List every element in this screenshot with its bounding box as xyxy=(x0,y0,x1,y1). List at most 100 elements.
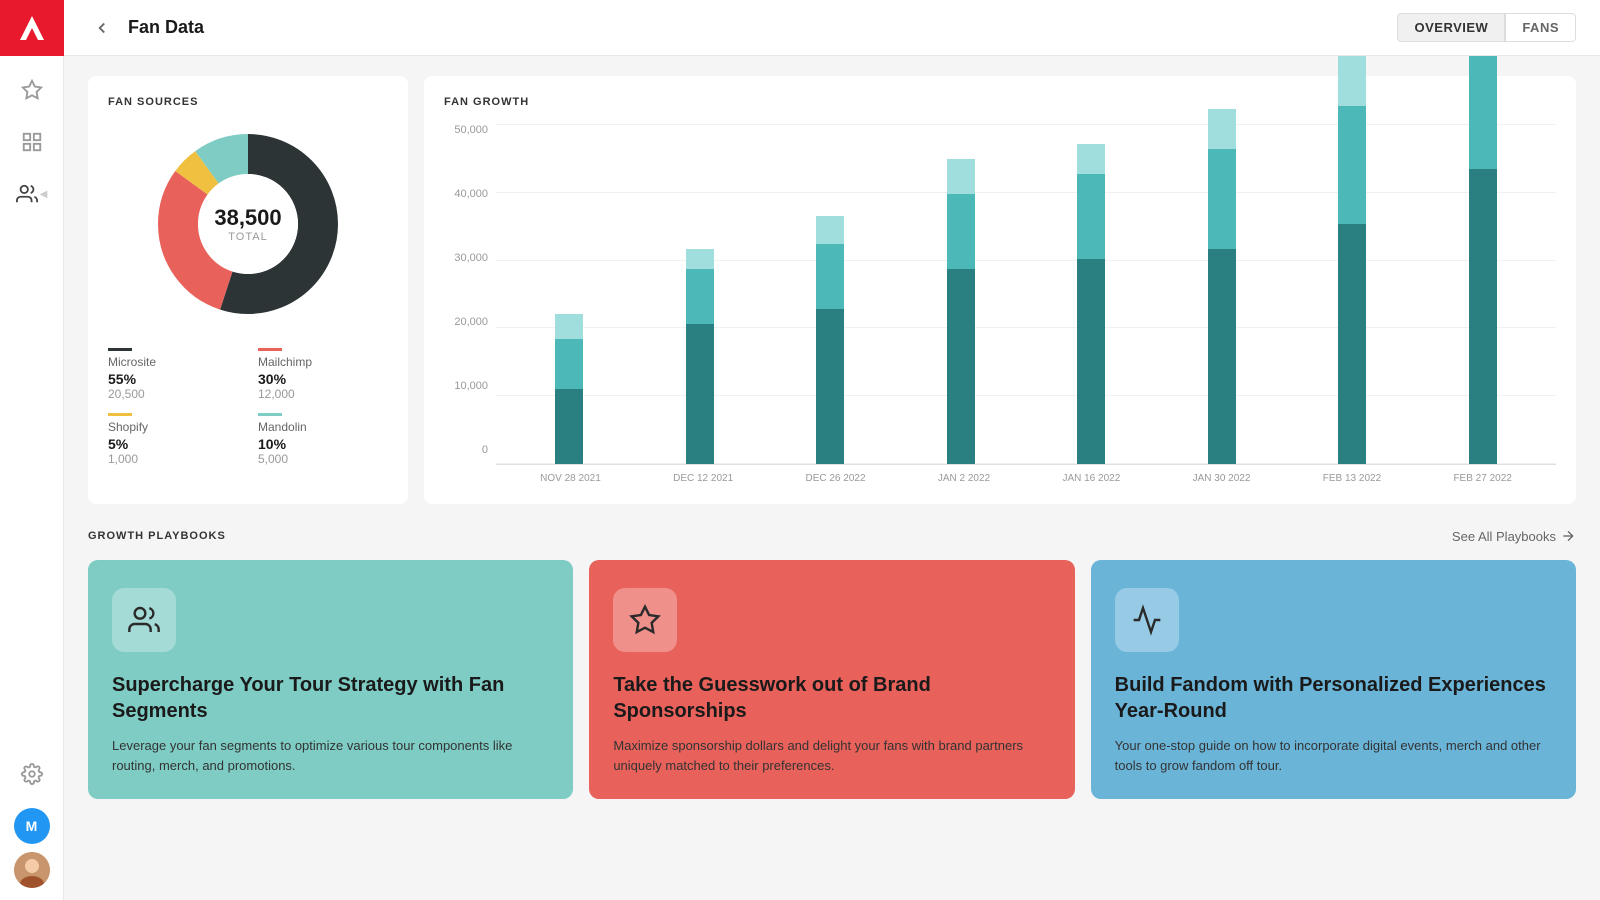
chart-area xyxy=(496,124,1556,465)
mandolin-label: Mandolin xyxy=(258,420,388,434)
bar-stack-1 xyxy=(686,249,714,464)
mandolin-color xyxy=(258,413,282,416)
bar-group-0 xyxy=(555,314,583,464)
playbook-card-tour[interactable]: Supercharge Your Tour Strategy with Fan … xyxy=(88,560,573,799)
shopify-pct: 5% xyxy=(108,436,238,452)
bar-group-1 xyxy=(686,249,714,464)
bar-light-5 xyxy=(1208,109,1236,149)
mandolin-pct: 10% xyxy=(258,436,388,452)
avatar-m[interactable]: M xyxy=(14,808,50,844)
tab-fans[interactable]: FANS xyxy=(1505,13,1576,42)
playbook-desc-tour: Leverage your fan segments to optimize v… xyxy=(112,736,549,775)
logo-icon xyxy=(16,12,48,44)
bar-stack-6 xyxy=(1338,56,1366,464)
bar-dark-5 xyxy=(1208,249,1236,464)
mailchimp-color xyxy=(258,348,282,351)
y-label-0: 0 xyxy=(444,444,496,456)
sidebar-item-users[interactable]: ◀ xyxy=(10,172,54,216)
mandolin-count: 5,000 xyxy=(258,452,388,466)
playbooks-section: GROWTH PLAYBOOKS See All Playbooks Super xyxy=(88,528,1576,799)
playbooks-grid: Supercharge Your Tour Strategy with Fan … xyxy=(88,560,1576,799)
microsite-color xyxy=(108,348,132,351)
bar-stack-2 xyxy=(816,216,844,464)
bar-stack-5 xyxy=(1208,109,1236,464)
legend-mailchimp: Mailchimp 30% 12,000 xyxy=(258,348,388,401)
logo[interactable] xyxy=(0,0,64,56)
x-axis-labels: NOV 28 2021 DEC 12 2021 DEC 26 2022 JAN … xyxy=(496,467,1556,484)
bar-light-1 xyxy=(686,249,714,269)
playbooks-title: GROWTH PLAYBOOKS xyxy=(88,530,226,542)
playbook-desc-fandom: Your one-stop guide on how to incorporat… xyxy=(1115,736,1552,775)
playbook-card-sponsorship[interactable]: Take the Guesswork out of Brand Sponsors… xyxy=(589,560,1074,799)
charts-row: FAN SOURCES xyxy=(88,76,1576,504)
trend-icon xyxy=(1131,604,1163,636)
bar-mid-6 xyxy=(1338,106,1366,224)
donut-center: 38,500 TOTAL xyxy=(214,205,281,243)
bar-dark-2 xyxy=(816,309,844,464)
bar-dark-0 xyxy=(555,389,583,464)
legend-mandolin: Mandolin 10% 5,000 xyxy=(258,413,388,466)
x-label-0: NOV 28 2021 xyxy=(540,473,601,484)
bar-light-0 xyxy=(555,314,583,339)
bar-dark-3 xyxy=(947,269,975,464)
bar-dark-4 xyxy=(1077,259,1105,464)
back-button[interactable] xyxy=(88,14,116,42)
shopify-label: Shopify xyxy=(108,420,238,434)
see-all-label: See All Playbooks xyxy=(1452,529,1556,544)
x-label-1: DEC 12 2021 xyxy=(673,473,733,484)
avatar-img[interactable] xyxy=(14,852,50,888)
page-title: Fan Data xyxy=(128,17,204,38)
bar-group-6 xyxy=(1338,56,1366,464)
bar-group-7 xyxy=(1469,56,1497,464)
y-label-1: 10,000 xyxy=(444,380,496,392)
bar-stack-3 xyxy=(947,159,975,464)
fan-growth-title: FAN GROWTH xyxy=(444,96,1556,108)
playbook-desc-sponsorship: Maximize sponsorship dollars and delight… xyxy=(613,736,1050,775)
fan-growth-card: FAN GROWTH 0 10,000 20,000 30,000 40,000… xyxy=(424,76,1576,504)
bar-chart-wrapper: 0 10,000 20,000 30,000 40,000 50,000 xyxy=(444,124,1556,484)
mailchimp-pct: 30% xyxy=(258,371,388,387)
bar-light-6 xyxy=(1338,56,1366,106)
bar-mid-3 xyxy=(947,194,975,269)
x-label-5: JAN 30 2022 xyxy=(1193,473,1251,484)
x-label-6: FEB 13 2022 xyxy=(1323,473,1381,484)
y-axis: 0 10,000 20,000 30,000 40,000 50,000 xyxy=(444,124,496,484)
donut-total: 38,500 xyxy=(214,205,281,231)
x-label-7: FEB 27 2022 xyxy=(1453,473,1511,484)
topbar: Fan Data OVERVIEW FANS xyxy=(64,0,1600,56)
bar-group-2 xyxy=(816,216,844,464)
donut-chart: 38,500 TOTAL xyxy=(148,124,348,324)
playbook-title-tour: Supercharge Your Tour Strategy with Fan … xyxy=(112,672,549,724)
topbar-tabs: OVERVIEW FANS xyxy=(1397,13,1576,42)
bar-group-5 xyxy=(1208,109,1236,464)
bar-dark-1 xyxy=(686,324,714,464)
playbook-icon-wrap-sponsorship xyxy=(613,588,677,652)
bar-group-3 xyxy=(947,159,975,464)
arrow-right-icon xyxy=(1560,528,1576,544)
bar-mid-4 xyxy=(1077,174,1105,259)
legend-microsite: Microsite 55% 20,500 xyxy=(108,348,238,401)
playbook-card-fandom[interactable]: Build Fandom with Personalized Experienc… xyxy=(1091,560,1576,799)
playbook-title-fandom: Build Fandom with Personalized Experienc… xyxy=(1115,672,1552,724)
bar-mid-1 xyxy=(686,269,714,324)
main-content: Fan Data OVERVIEW FANS FAN SOURCES xyxy=(64,0,1600,900)
shopify-color xyxy=(108,413,132,416)
see-all-button[interactable]: See All Playbooks xyxy=(1452,528,1576,544)
donut-container: 38,500 TOTAL Microsite 55% 20,500 xyxy=(108,124,388,466)
y-label-2: 20,000 xyxy=(444,316,496,328)
tab-overview[interactable]: OVERVIEW xyxy=(1397,13,1505,42)
bar-light-3 xyxy=(947,159,975,194)
x-label-4: JAN 16 2022 xyxy=(1062,473,1120,484)
y-label-3: 30,000 xyxy=(444,252,496,264)
bar-stack-7 xyxy=(1469,56,1497,464)
sidebar-settings[interactable] xyxy=(10,752,54,796)
bar-group-4 xyxy=(1077,144,1105,464)
playbooks-header: GROWTH PLAYBOOKS See All Playbooks xyxy=(88,528,1576,544)
bar-mid-7 xyxy=(1469,56,1497,169)
star-icon xyxy=(629,604,661,636)
x-label-3: JAN 2 2022 xyxy=(938,473,990,484)
sidebar-item-star[interactable] xyxy=(10,68,54,112)
bar-stack-4 xyxy=(1077,144,1105,464)
mailchimp-count: 12,000 xyxy=(258,387,388,401)
sidebar-item-grid[interactable] xyxy=(10,120,54,164)
